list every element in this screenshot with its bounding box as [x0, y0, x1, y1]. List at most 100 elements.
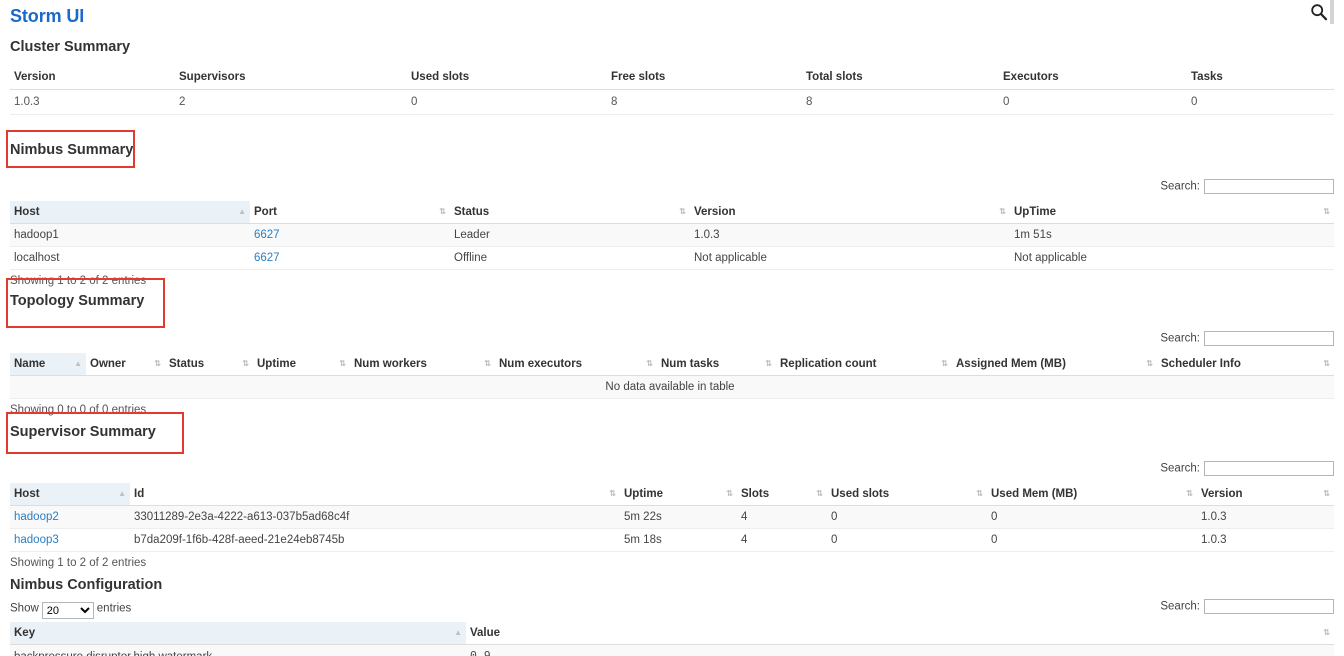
col-used-slots[interactable]: Used slots ⇅ [827, 483, 987, 506]
cell-host: hadoop2 [10, 505, 130, 529]
col-key[interactable]: Key ▲ [10, 622, 466, 645]
port-link[interactable]: 6627 [254, 252, 280, 264]
nimbus-configuration-table: Key ▲ Value ⇅ backpressure.disruptor.high.… [10, 622, 1334, 656]
col-replication-count[interactable]: Replication count ⇅ [776, 353, 952, 376]
supervisor-summary-controls: Search: [10, 461, 1334, 483]
col-value[interactable]: Value ⇅ [466, 622, 1334, 645]
cell-uptime: 5m 22s [620, 505, 737, 529]
table-header-row: Host ▲ Id ⇅ Uptime ⇅ Slots ⇅ Used slots ⇅ Use… [10, 483, 1334, 506]
port-link[interactable]: 6627 [254, 229, 280, 241]
nimbus-search-input[interactable] [1204, 179, 1334, 194]
cell-used-mem: 0 [987, 528, 1197, 552]
col-version[interactable]: Version ⇅ [690, 201, 1010, 224]
entries-label: entries [96, 602, 132, 615]
cell-host: hadoop3 [10, 528, 130, 552]
col-version: Version [10, 65, 175, 90]
col-assigned-mem-label: Assigned Mem (MB) [956, 358, 1066, 370]
col-num-tasks[interactable]: Num tasks ⇅ [657, 353, 776, 376]
table-row: 1.0.3 2 0 8 8 0 0 [10, 89, 1334, 115]
sort-icon: ⇅ [242, 359, 249, 368]
supervisor-summary-title: Supervisor Summary [10, 424, 156, 440]
table-header-row: Version Supervisors Used slots Free slot… [10, 65, 1334, 90]
sort-icon: ⇅ [1323, 359, 1330, 368]
cell-slots: 4 [737, 505, 827, 529]
col-scheduler-info-label: Scheduler Info [1161, 358, 1241, 370]
topology-summary-title: Topology Summary [10, 293, 145, 309]
sort-icon: ⇅ [1323, 489, 1330, 498]
sort-icon: ⇅ [1323, 628, 1330, 637]
col-uptime[interactable]: Uptime ⇅ [620, 483, 737, 506]
table-header-row: Key ▲ Value ⇅ [10, 622, 1334, 645]
host-link[interactable]: hadoop3 [14, 534, 59, 546]
cell-supervisors: 2 [175, 89, 407, 115]
sort-asc-icon: ▲ [454, 628, 462, 637]
sort-asc-icon: ▲ [118, 489, 126, 498]
supervisor-summary-table: Host ▲ Id ⇅ Uptime ⇅ Slots ⇅ Used slots ⇅ Use… [10, 483, 1334, 552]
cell-executors: 0 [999, 89, 1187, 115]
col-num-executors[interactable]: Num executors ⇅ [495, 353, 657, 376]
col-uptime[interactable]: Uptime ⇅ [253, 353, 350, 376]
col-executors: Executors [999, 65, 1187, 90]
col-id[interactable]: Id ⇅ [130, 483, 620, 506]
col-num-workers[interactable]: Num workers ⇅ [350, 353, 495, 376]
col-version-label: Version [1201, 488, 1243, 500]
cell-uptime: 1m 51s [1010, 223, 1334, 247]
table-header-row: Name ▲ Owner ⇅ Status ⇅ Uptime ⇅ Num workers… [10, 353, 1334, 376]
col-status-label: Status [454, 206, 490, 218]
nimbus-summary-info: Showing 1 to 2 of 2 entries [10, 275, 147, 287]
cell-used-slots: 0 [827, 505, 987, 529]
sort-asc-icon: ▲ [74, 359, 82, 368]
table-row: hadoop2 33011289-2e3a-4222-a613-037b5ad6… [10, 505, 1334, 529]
supervisor-search-wrap: Search: [1160, 461, 1334, 476]
sort-icon: ⇅ [679, 207, 686, 216]
nimbus-search-wrap: Search: [1160, 179, 1334, 194]
col-num-tasks-label: Num tasks [661, 358, 720, 370]
col-name[interactable]: Name ▲ [10, 353, 86, 376]
cell-total-slots: 8 [802, 89, 999, 115]
col-slots[interactable]: Slots ⇅ [737, 483, 827, 506]
cell-host: hadoop1 [10, 223, 250, 247]
topology-search-input[interactable] [1204, 331, 1334, 346]
nimbus-summary-title: Nimbus Summary [10, 142, 134, 158]
col-port[interactable]: Port ⇅ [250, 201, 450, 224]
col-status[interactable]: Status ⇅ [165, 353, 253, 376]
col-uptime-label: UpTime [1014, 206, 1056, 218]
sort-icon: ⇅ [941, 359, 948, 368]
col-used-mem-label: Used Mem (MB) [991, 488, 1078, 500]
col-uptime-label: Uptime [624, 488, 663, 500]
col-scheduler-info[interactable]: Scheduler Info ⇅ [1157, 353, 1334, 376]
sort-icon: ⇅ [1186, 489, 1193, 498]
cell-host: localhost [10, 246, 250, 270]
show-label: Show [10, 602, 39, 615]
cell-used-mem: 0 [987, 505, 1197, 529]
topology-summary-controls: Search: [10, 331, 1334, 353]
cell-value: 0.9 [466, 644, 1334, 656]
supervisor-search-input[interactable] [1204, 461, 1334, 476]
topbar-divider [1330, 0, 1334, 24]
nimbus-config-search-input[interactable] [1204, 599, 1334, 614]
col-assigned-mem[interactable]: Assigned Mem (MB) ⇅ [952, 353, 1157, 376]
cell-uptime: 5m 18s [620, 528, 737, 552]
page-length-wrap: Show 20 entries [10, 599, 1334, 623]
col-host[interactable]: Host ▲ [10, 201, 250, 224]
col-status[interactable]: Status ⇅ [450, 201, 690, 224]
search-icon[interactable] [1310, 3, 1328, 21]
cell-status: Leader [450, 223, 690, 247]
host-link[interactable]: hadoop2 [14, 511, 59, 523]
col-host-label: Host [14, 488, 40, 500]
col-used-mem[interactable]: Used Mem (MB) ⇅ [987, 483, 1197, 506]
sort-asc-icon: ▲ [238, 207, 246, 216]
col-uptime[interactable]: UpTime ⇅ [1010, 201, 1334, 224]
col-version[interactable]: Version ⇅ [1197, 483, 1334, 506]
col-num-executors-label: Num executors [499, 358, 583, 370]
sort-icon: ⇅ [976, 489, 983, 498]
col-name-label: Name [14, 358, 46, 370]
page-length-select[interactable]: 20 [41, 602, 94, 619]
table-row: localhost 6627 Offline Not applicable No… [10, 246, 1334, 270]
col-host[interactable]: Host ▲ [10, 483, 130, 506]
topology-search-label: Search: [1160, 332, 1200, 345]
col-used-slots-label: Used slots [831, 488, 890, 500]
col-owner[interactable]: Owner ⇅ [86, 353, 165, 376]
nimbus-config-controls: Show 20 entries Search: [10, 599, 1334, 619]
col-tasks: Tasks [1187, 65, 1334, 90]
